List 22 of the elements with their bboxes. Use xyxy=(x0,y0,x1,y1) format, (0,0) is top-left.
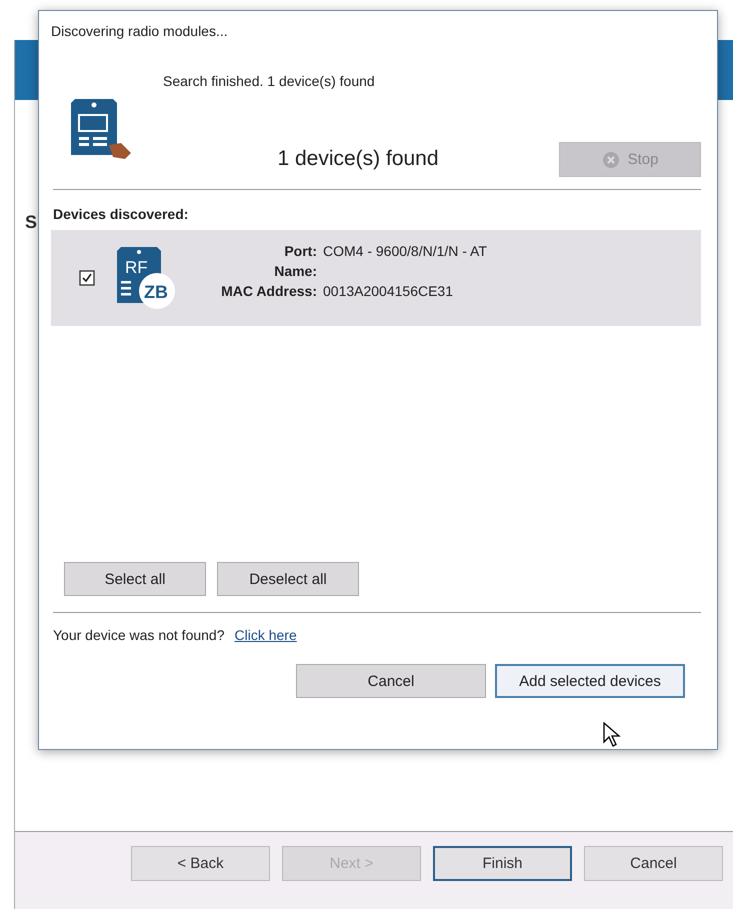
wizard-button[interactable]: Cancel xyxy=(584,846,724,881)
stop-icon xyxy=(602,150,620,168)
section-label: Devices discovered: xyxy=(53,206,190,222)
field-label: MAC Address: xyxy=(220,283,317,299)
device-row[interactable]: RF ZB Port: COM4 - 9600/8/N/1/N - AT Name: MAC Address: 0013A2004156CE31 xyxy=(51,230,701,326)
field-value: 0013A2004156CE31 xyxy=(323,283,454,299)
window-label: S xyxy=(25,212,38,232)
select-button[interactable]: Select all xyxy=(64,562,206,596)
dialog-title: Discovering radio modules... xyxy=(51,23,229,39)
field-label: Name: xyxy=(273,263,317,279)
found-count: 1 device(s) found xyxy=(276,147,440,172)
wizard-button[interactable]: < Back xyxy=(131,846,270,881)
dialog-button[interactable]: Cancel xyxy=(296,664,486,698)
field-label: Port: xyxy=(283,243,317,259)
field-value: COM4 - 9600/8/N/1/N - AT xyxy=(323,243,487,259)
not-found-text: Your device was not found? xyxy=(53,627,224,643)
checkbox[interactable] xyxy=(79,270,95,286)
select-button[interactable]: Deselect all xyxy=(217,562,359,596)
status-text: Search finished. 1 device(s) found xyxy=(163,73,376,89)
click-here-link[interactable]: Click here xyxy=(234,627,297,643)
wizard-button[interactable]: Finish xyxy=(433,846,572,881)
dialog-button[interactable]: Add selected devices xyxy=(495,664,685,698)
